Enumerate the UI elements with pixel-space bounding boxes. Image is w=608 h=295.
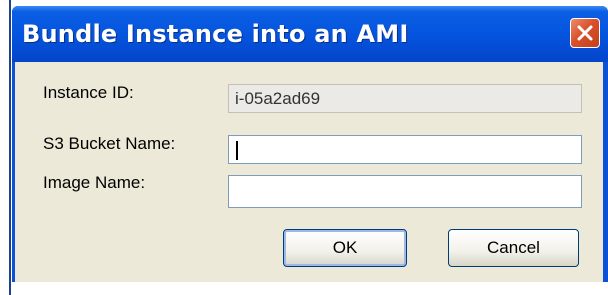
dialog-titlebar[interactable]: Bundle Instance into an AMI — [12, 6, 608, 62]
dialog-body: Instance ID: i-05a2ad69 S3 Bucket Name: … — [15, 62, 603, 282]
s3-bucket-name-input[interactable] — [228, 135, 582, 164]
close-icon — [577, 25, 593, 41]
instance-id-field: i-05a2ad69 — [228, 84, 582, 113]
background-window-edge — [0, 0, 12, 295]
instance-id-label: Instance ID: — [43, 83, 134, 102]
s3-bucket-name-label: S3 Bucket Name: — [43, 134, 176, 153]
bundle-instance-dialog: Bundle Instance into an AMI Instance ID:… — [12, 6, 608, 282]
image-name-input[interactable] — [228, 175, 582, 208]
cancel-button[interactable]: Cancel — [448, 229, 579, 267]
image-name-label: Image Name: — [43, 173, 146, 192]
dialog-title: Bundle Instance into an AMI — [22, 20, 409, 48]
close-button[interactable] — [570, 18, 600, 48]
ok-button[interactable]: OK — [283, 229, 407, 267]
text-caret — [236, 141, 238, 160]
background-window-border — [9, 0, 11, 295]
